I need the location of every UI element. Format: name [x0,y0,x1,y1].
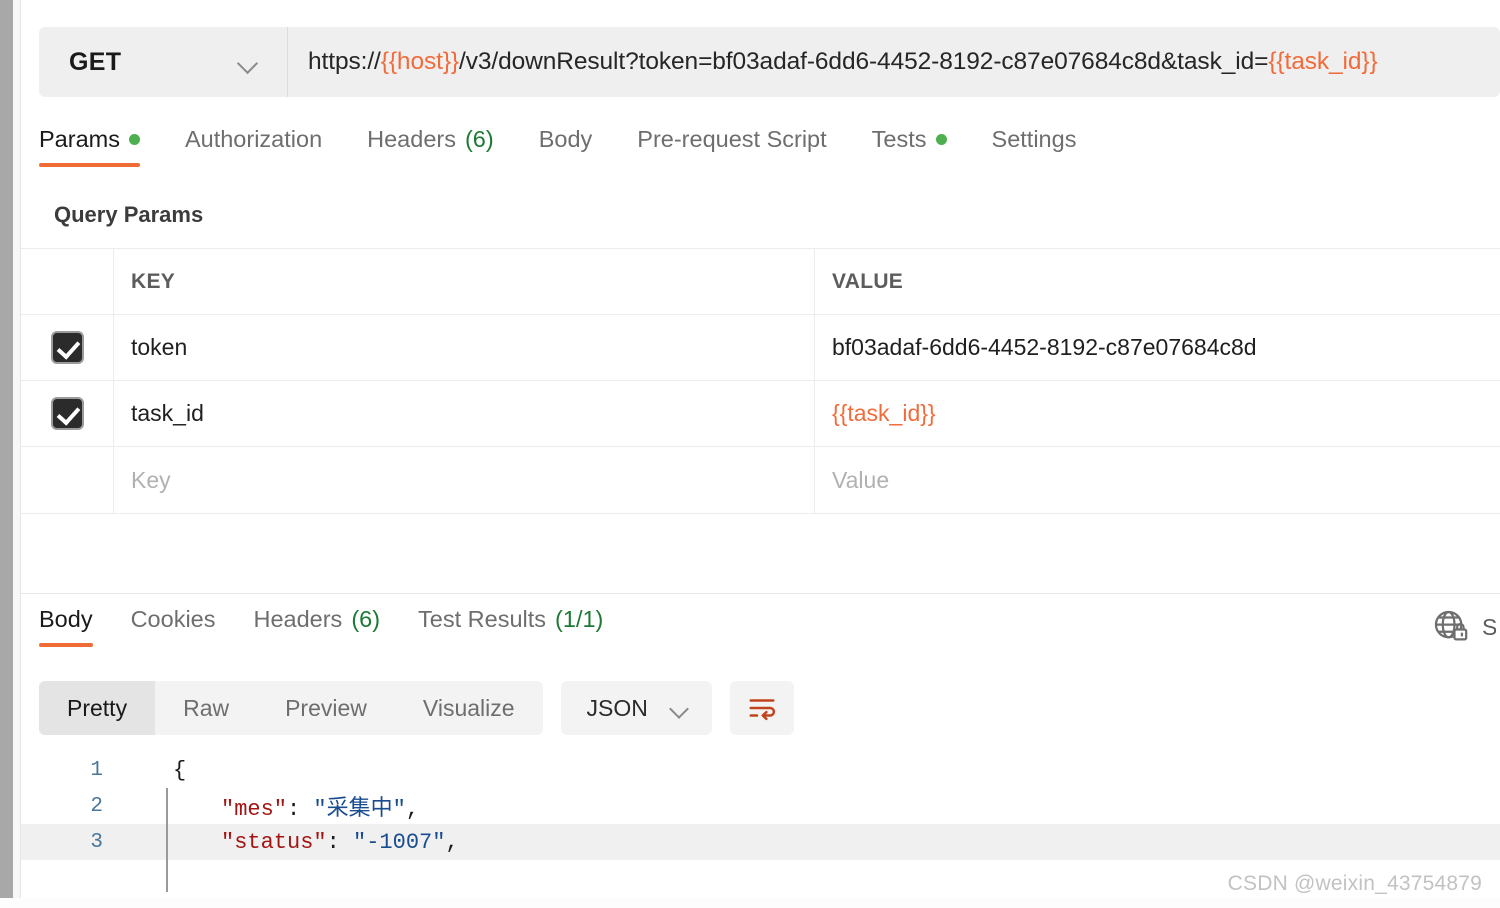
window-left-scrollbar[interactable] [0,0,13,908]
response-body-code[interactable]: 1{2 "mes": "采集中", 3 "status": "-1007", [21,752,1500,892]
chevron-down-icon [670,698,690,718]
unsaved-dot-icon [128,134,140,145]
view-mode-visualize[interactable]: Visualize [395,681,543,735]
body-format-selector[interactable]: JSON [560,681,712,735]
query-params-table: KEY VALUE token bf03adaf-6dd6-4452-8192-… [21,248,1500,514]
tab-count: (1/1) [555,606,604,632]
tab-label: Tests [871,126,927,152]
param-enabled-checkbox[interactable] [50,331,84,364]
query-params-title: Query Params [54,202,204,227]
tab-label: Body [39,606,93,632]
line-number: 3 [90,830,103,854]
watermark: CSDN @weixin_43754879 [1227,872,1482,895]
request-response-divider[interactable] [21,593,1500,594]
code-token: "-1007" [353,829,446,855]
param-value[interactable]: {{task_id}} [815,381,1500,446]
table-row-empty: Key Value [21,447,1500,513]
column-header-value: VALUE [832,269,904,293]
word-wrap-toggle[interactable] [729,681,794,735]
http-method-label: GET [69,47,122,76]
tab-params[interactable]: Params [39,126,140,167]
chevron-down-icon [237,51,259,73]
main-content: GET https://{{host}}/v3/downResult?token… [21,0,1500,908]
response-tab-headers[interactable]: Headers (6) [253,606,380,647]
code-line: 3 "status": "-1007", [21,824,1500,860]
tab-label: Test Results [418,606,547,632]
tab-settings[interactable]: Settings [992,126,1077,167]
tab-pre-request-script[interactable]: Pre-request Script [637,126,826,167]
param-key-placeholder[interactable]: Key [114,447,815,513]
response-tab-test-results[interactable]: Test Results (1/1) [418,606,603,647]
body-view-mode-group: Pretty Raw Preview Visualize [39,681,543,735]
row-checkbox-cell [21,315,114,380]
tab-label: Headers [253,606,343,632]
tab-tests[interactable]: Tests [872,126,947,167]
code-text[interactable]: "status": "-1007", [141,830,459,855]
globe-lock-icon[interactable] [1432,608,1470,646]
response-tab-bar: Body Cookies Headers (6) Test Results (1/1) [39,606,641,647]
tab-label: Pre-request Script [637,126,827,152]
tab-label: Authorization [184,126,323,152]
request-url-input[interactable]: https://{{host}}/v3/downResult?token=bf0… [288,27,1500,97]
indent-guide [166,788,168,892]
header-checkbox-cell [21,249,114,314]
body-format-label: JSON [586,694,648,721]
param-value-placeholder[interactable]: Value [815,447,1500,513]
param-key[interactable]: token [114,315,815,380]
table-row: token bf03adaf-6dd6-4452-8192-c87e07684c… [21,315,1500,381]
code-line: 1{ [21,752,1500,788]
row-checkbox-cell [21,447,114,513]
url-text: /v3/downResult?token=bf03adaf-6dd6-4452-… [459,48,1269,75]
http-method-selector[interactable]: GET [39,27,288,97]
tab-authorization[interactable]: Authorization [185,126,322,167]
code-token: { [173,757,187,783]
code-token: , [445,829,459,855]
response-status-text: S [1482,613,1496,640]
tab-label: Cookies [130,606,216,632]
view-mode-pretty[interactable]: Pretty [39,681,156,735]
row-checkbox-cell [21,381,114,446]
code-token: "采集中" [313,797,406,822]
tab-label: Params [39,126,120,152]
code-text[interactable]: "mes": "采集中", [141,790,419,822]
view-mode-preview[interactable]: Preview [257,681,395,735]
response-right-controls: S [1432,608,1500,646]
code-text[interactable]: { [141,758,186,783]
code-token: : [287,797,314,822]
code-line: 2 "mes": "采集中", [21,788,1500,824]
response-body-toolbar: Pretty Raw Preview Visualize JSON [39,681,794,735]
tab-label: Body [538,126,593,152]
param-value[interactable]: bf03adaf-6dd6-4452-8192-c87e07684c8d [815,315,1500,380]
code-token: : [326,829,354,855]
table-row: task_id {{task_id}} [21,381,1500,447]
line-number: 2 [90,794,103,818]
url-variable: {{task_id}} [1268,48,1378,75]
url-text: https:// [308,48,381,75]
column-header-key: KEY [114,249,815,314]
code-token: "status" [221,829,327,855]
tab-count: (6) [351,606,381,632]
tab-headers[interactable]: Headers (6) [367,126,494,167]
unsaved-dot-icon [935,134,947,145]
postman-request-response-view: GET https://{{host}}/v3/downResult?token… [0,0,1500,908]
param-key[interactable]: task_id [114,381,815,446]
request-url-bar: GET https://{{host}}/v3/downResult?token… [39,27,1500,97]
tab-body[interactable]: Body [539,126,593,167]
tab-count: (6) [464,126,494,152]
response-tab-cookies[interactable]: Cookies [131,606,216,647]
request-tab-bar: Params Authorization Headers (6) Body Pre-req… [39,126,1500,182]
bottom-strip [0,898,1500,908]
line-number: 1 [90,758,103,782]
tab-label: Settings [991,126,1077,152]
code-token: , [405,797,420,822]
view-mode-raw[interactable]: Raw [155,681,257,735]
table-header-row: KEY VALUE [21,249,1500,315]
url-variable: {{host}} [380,48,459,75]
code-token: "mes" [221,797,288,822]
response-tab-body[interactable]: Body [39,606,93,647]
tab-label: Headers [367,126,456,152]
param-enabled-checkbox[interactable] [50,397,84,430]
